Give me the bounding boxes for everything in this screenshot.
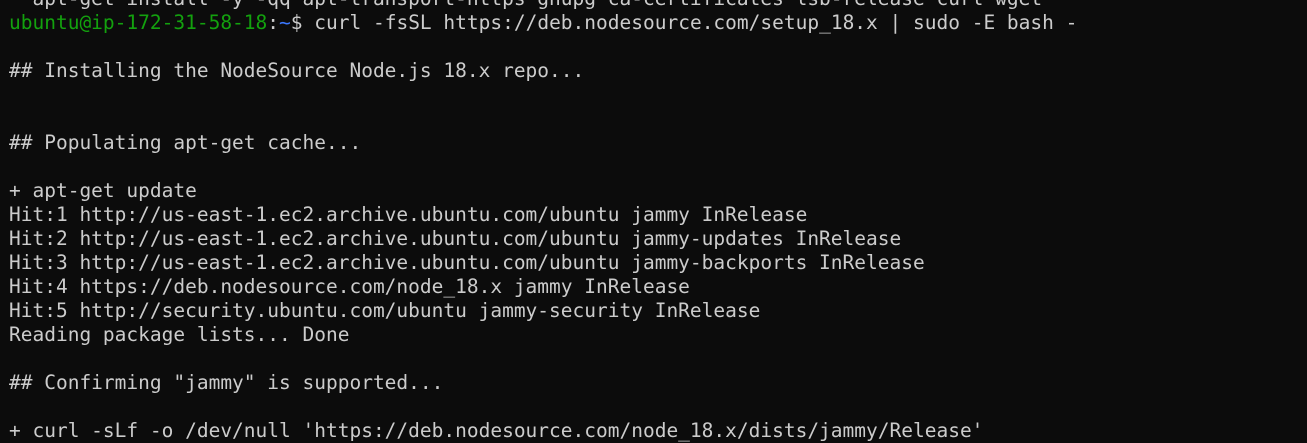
terminal-line: + curl -sLf -o /dev/null 'https://deb.no… [9, 419, 984, 442]
terminal-line: + apt-get update [9, 179, 197, 202]
prompt-separator: : [267, 11, 280, 34]
terminal-line: Reading package lists... Done [9, 323, 350, 346]
terminal-line: Hit:3 http://us-east-1.ec2.archive.ubunt… [9, 251, 925, 274]
terminal-window[interactable]: apt-get install -y -qq apt-transport-htt… [0, 0, 1307, 443]
terminal-line: Hit:1 http://us-east-1.ec2.archive.ubunt… [9, 203, 808, 226]
terminal-line: ## Confirming "jammy" is supported... [9, 371, 444, 394]
terminal-line: Hit:2 http://us-east-1.ec2.archive.ubunt… [9, 227, 902, 250]
terminal-line-partial: apt-get install -y -qq apt-transport-htt… [9, 0, 1299, 11]
terminal-output: apt-get install -y -qq apt-transport-htt… [9, 0, 1299, 443]
terminal-line: ## Installing the NodeSource Node.js 18.… [9, 59, 585, 82]
terminal-line: Hit:5 http://security.ubuntu.com/ubuntu … [9, 299, 761, 322]
prompt-line: ubuntu@ip-172-31-58-18:~$ curl -fsSL htt… [9, 11, 1299, 35]
prompt-command: curl -fsSL https://deb.nodesource.com/se… [302, 11, 1078, 34]
terminal-line: ## Populating apt-get cache... [9, 131, 362, 154]
prompt-symbol: $ [290, 11, 303, 34]
prompt-user-host: ubuntu@ip-172-31-58-18 [9, 11, 268, 34]
prompt-path: ~ [279, 11, 291, 34]
terminal-line: Hit:4 https://deb.nodesource.com/node_18… [9, 275, 690, 298]
